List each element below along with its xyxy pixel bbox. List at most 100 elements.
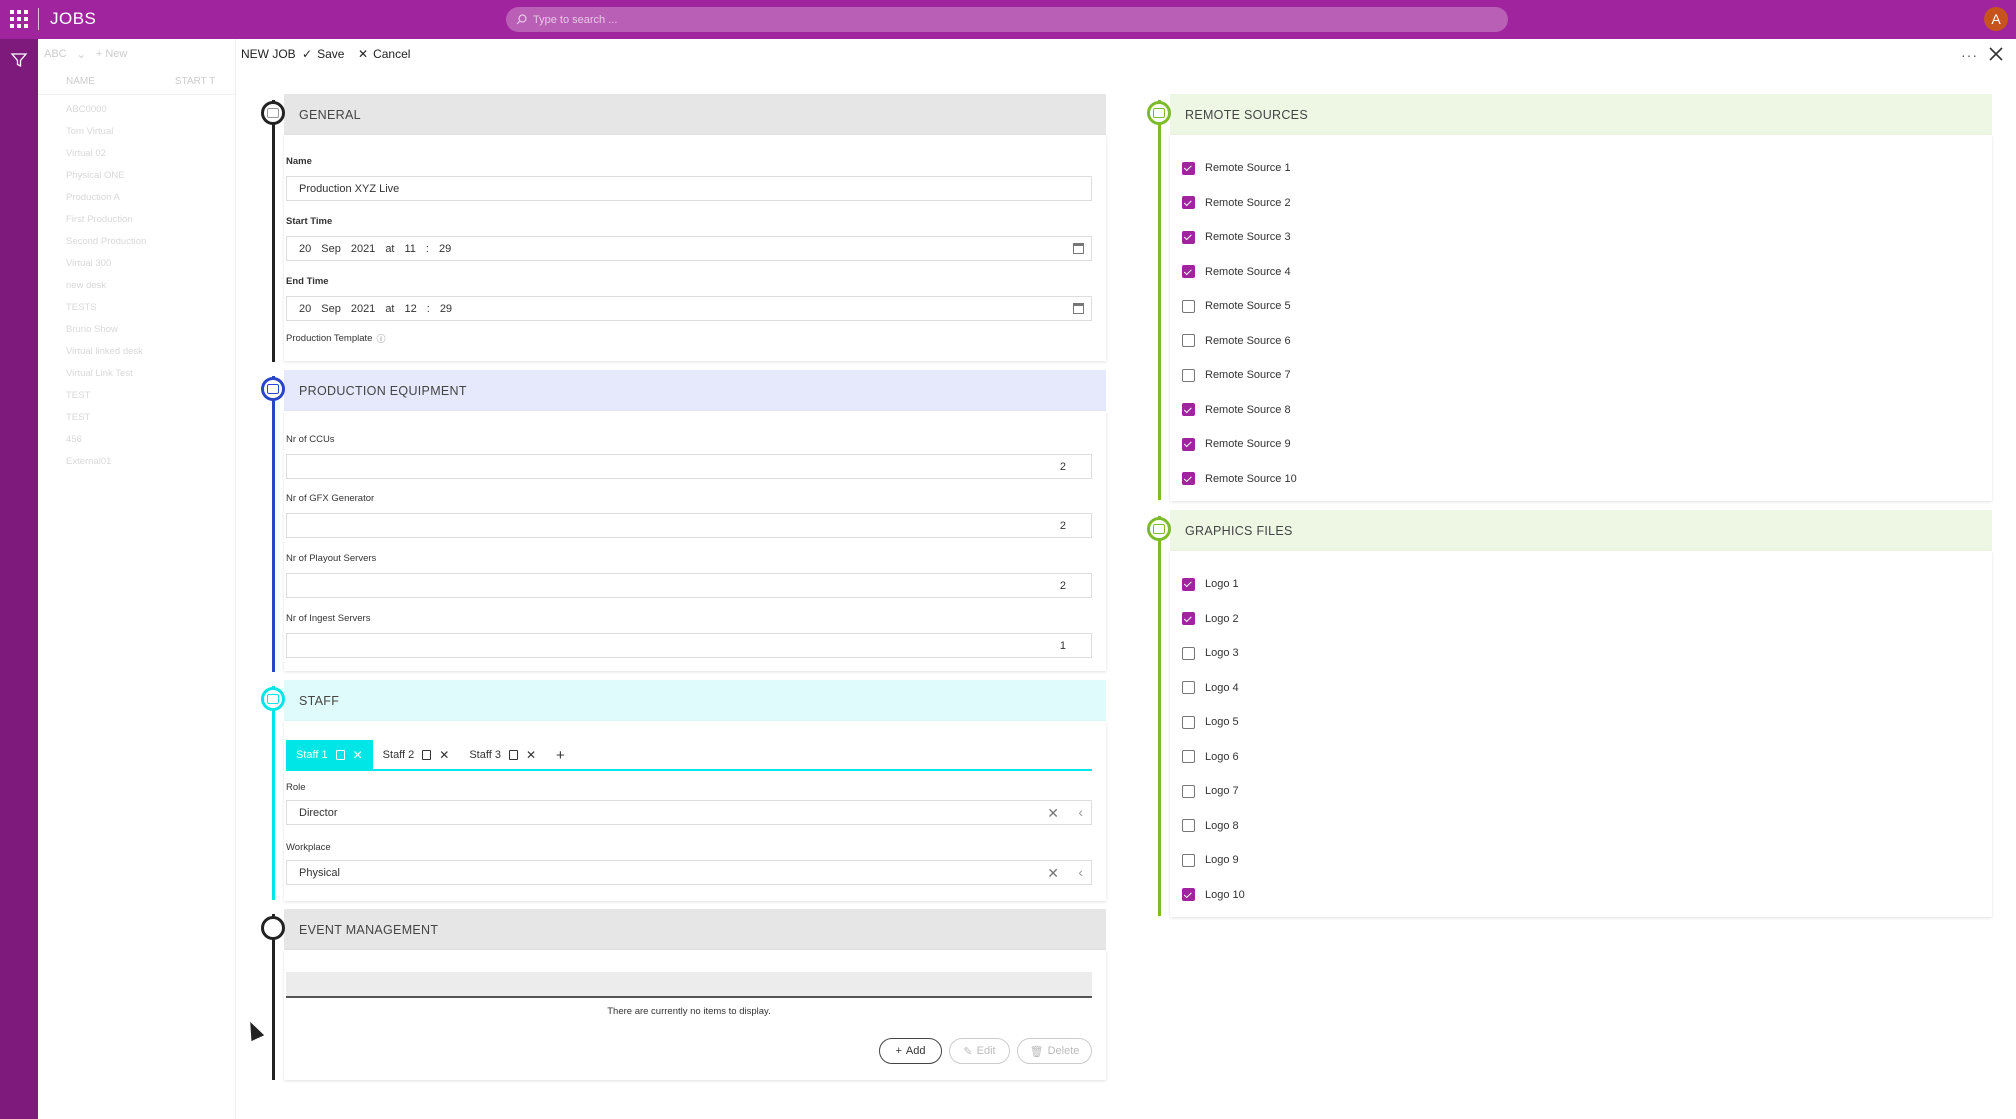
close-icon[interactable]: ✕: [526, 748, 536, 762]
list-item[interactable]: Virtual linked desk: [66, 341, 235, 363]
end-month[interactable]: Sep: [321, 303, 341, 315]
checkbox[interactable]: [1182, 299, 1195, 313]
copy-icon[interactable]: [335, 750, 345, 760]
clear-icon[interactable]: ✕: [1047, 865, 1059, 882]
list-item[interactable]: Tom Virtual: [66, 121, 235, 143]
checkbox-row[interactable]: Remote Source 8: [1182, 401, 1291, 419]
checkbox-row[interactable]: Logo 2: [1182, 610, 1239, 628]
checkbox-row[interactable]: Logo 6: [1182, 748, 1239, 766]
checkbox[interactable]: [1182, 681, 1195, 694]
checkbox[interactable]: [1182, 888, 1195, 901]
tab-staff-2[interactable]: Staff 2 ✕: [373, 740, 460, 770]
checkbox-row[interactable]: Remote Source 3: [1182, 228, 1291, 246]
end-time-field[interactable]: 20 Sep 2021 at 12 : 29: [286, 296, 1092, 321]
end-minute[interactable]: 29: [440, 303, 452, 315]
checkbox[interactable]: [1182, 403, 1195, 416]
section-header-staff[interactable]: STAFF: [284, 680, 1106, 721]
copy-icon[interactable]: [508, 750, 518, 760]
start-hour[interactable]: 11: [405, 243, 416, 255]
start-time-field[interactable]: 20 Sep 2021 at 11 : 29: [286, 236, 1092, 261]
checkbox[interactable]: [1182, 646, 1195, 660]
checkbox[interactable]: [1182, 472, 1195, 485]
start-month[interactable]: Sep: [321, 243, 341, 255]
checkbox-row[interactable]: Remote Source 5: [1182, 297, 1291, 315]
list-item[interactable]: TEST: [66, 407, 235, 429]
edit-event-button[interactable]: ✎ Edit: [949, 1038, 1010, 1064]
calendar-icon[interactable]: [1073, 243, 1084, 254]
chevron-left-icon[interactable]: ‹: [1078, 864, 1083, 880]
checkbox[interactable]: [1182, 437, 1195, 451]
start-day[interactable]: 20: [299, 243, 311, 255]
new-button[interactable]: + New: [96, 48, 128, 60]
checkbox[interactable]: [1182, 334, 1195, 347]
checkbox[interactable]: [1182, 750, 1195, 763]
section-header-equipment[interactable]: PRODUCTION EQUIPMENT: [284, 370, 1106, 411]
checkbox-row[interactable]: Remote Source 7: [1182, 366, 1291, 384]
filter-icon[interactable]: [10, 51, 28, 69]
checkbox[interactable]: [1182, 230, 1195, 244]
checkbox[interactable]: [1182, 819, 1195, 832]
cancel-button[interactable]: ✕ Cancel: [358, 47, 410, 61]
close-icon[interactable]: ✕: [439, 748, 449, 762]
list-item[interactable]: new desk: [66, 275, 235, 297]
role-select[interactable]: Director ✕ ‹: [286, 800, 1092, 825]
section-header-events[interactable]: EVENT MANAGEMENT: [284, 909, 1106, 950]
checkbox[interactable]: [1182, 161, 1195, 175]
start-minute[interactable]: 29: [439, 243, 451, 255]
checkbox-row[interactable]: Remote Source 6: [1182, 332, 1291, 350]
chevron-down-icon[interactable]: ⌄: [77, 48, 86, 61]
checkbox-row[interactable]: Logo 4: [1182, 679, 1239, 697]
checkbox-row[interactable]: Remote Source 1: [1182, 159, 1291, 177]
checkbox[interactable]: [1182, 577, 1195, 591]
checkbox-row[interactable]: Remote Source 4: [1182, 263, 1291, 281]
checkbox-row[interactable]: Logo 10: [1182, 886, 1245, 904]
checkbox[interactable]: [1182, 784, 1195, 798]
section-header-general[interactable]: GENERAL: [284, 94, 1106, 135]
view-selector[interactable]: ABC: [44, 48, 67, 60]
checkbox-row[interactable]: Remote Source 9: [1182, 435, 1291, 453]
checkbox[interactable]: [1182, 715, 1195, 729]
checkbox-row[interactable]: Logo 7: [1182, 782, 1239, 800]
workplace-select[interactable]: Physical ✕ ‹: [286, 860, 1092, 885]
search-input[interactable]: Type to search ...: [506, 7, 1508, 32]
list-item[interactable]: 456: [66, 429, 235, 451]
list-item[interactable]: Production A: [66, 187, 235, 209]
list-item[interactable]: External01: [66, 451, 235, 473]
checkbox-row[interactable]: Logo 8: [1182, 817, 1239, 835]
section-header-remote[interactable]: REMOTE SOURCES: [1170, 94, 1992, 135]
close-icon[interactable]: ✕: [353, 748, 363, 762]
end-year[interactable]: 2021: [351, 303, 375, 315]
checkbox[interactable]: [1182, 368, 1195, 382]
list-item[interactable]: TEST: [66, 385, 235, 407]
avatar[interactable]: A: [1984, 7, 2008, 31]
copy-icon[interactable]: [422, 750, 432, 760]
save-button[interactable]: ✓ Save: [302, 47, 344, 61]
list-item[interactable]: Virtual 300: [66, 253, 235, 275]
list-item[interactable]: Second Production: [66, 231, 235, 253]
list-item[interactable]: First Production: [66, 209, 235, 231]
app-launcher-icon[interactable]: [10, 10, 28, 28]
chevron-left-icon[interactable]: ‹: [1078, 804, 1083, 820]
name-field[interactable]: Production XYZ Live: [286, 176, 1092, 201]
column-header[interactable]: START T: [175, 76, 215, 87]
list-item[interactable]: Virtual Link Test: [66, 363, 235, 385]
list-item[interactable]: Physical ONE: [66, 165, 235, 187]
list-item[interactable]: Virtual 02: [66, 143, 235, 165]
tab-staff-1[interactable]: Staff 1 ✕: [286, 740, 373, 770]
list-item[interactable]: Bruno Show: [66, 319, 235, 341]
checkbox[interactable]: [1182, 265, 1195, 278]
checkbox-row[interactable]: Logo 9: [1182, 851, 1239, 869]
calendar-icon[interactable]: [1073, 303, 1084, 314]
checkbox[interactable]: [1182, 612, 1195, 625]
checkbox[interactable]: [1182, 196, 1195, 209]
ingest-servers-field[interactable]: 1: [286, 633, 1092, 658]
close-panel-icon[interactable]: [1986, 44, 2006, 64]
info-icon[interactable]: ⓘ: [376, 332, 385, 345]
playout-servers-field[interactable]: 2: [286, 573, 1092, 598]
checkbox[interactable]: [1182, 853, 1195, 867]
checkbox-row[interactable]: Logo 1: [1182, 575, 1239, 593]
more-icon[interactable]: ···: [1961, 47, 1978, 63]
clear-icon[interactable]: ✕: [1047, 805, 1059, 822]
start-year[interactable]: 2021: [351, 243, 375, 255]
end-hour[interactable]: 12: [405, 303, 417, 315]
